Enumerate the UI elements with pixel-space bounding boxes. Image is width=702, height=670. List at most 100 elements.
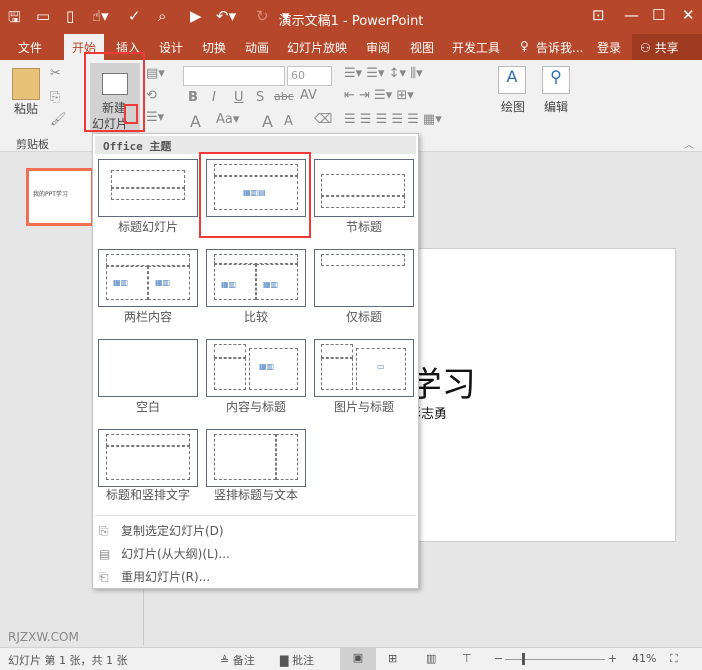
reset-icon[interactable]: ⟲ — [146, 88, 157, 103]
notes-button[interactable]: ≜ 备注 — [220, 652, 255, 668]
login-link[interactable]: 登录 — [597, 39, 621, 56]
drawing-icon[interactable]: A — [498, 66, 526, 94]
zoom-slider[interactable] — [505, 659, 605, 660]
grow-font-icon[interactable]: A — [262, 112, 273, 131]
comments-button[interactable]: ▇ 批注 — [280, 652, 314, 668]
align-icon[interactable]: ☰ ☰ ☰ ☰ ☰ ▦▾ — [344, 112, 442, 127]
shadow-icon[interactable]: S — [256, 90, 264, 105]
reading-view-icon[interactable]: ▥ — [426, 652, 436, 665]
layout-title-vertical-text[interactable] — [98, 429, 198, 487]
tab-review[interactable]: 审阅 — [366, 39, 390, 56]
tab-design[interactable]: 设计 — [159, 39, 183, 56]
menu-duplicate-slides[interactable]: ⎘ 复制选定幻灯片(D) — [99, 522, 224, 539]
tab-developer[interactable]: 开发工具 — [452, 39, 500, 56]
shrink-font-icon[interactable]: A — [284, 114, 293, 129]
notes-label: 备注 — [232, 654, 255, 667]
zoom-slider-thumb[interactable] — [522, 653, 525, 665]
outline-icon: ▤ — [99, 547, 111, 561]
layout-label: 仅标题 — [345, 310, 382, 324]
layout-label: 节标题 — [345, 220, 382, 234]
tab-transitions[interactable]: 切换 — [202, 39, 226, 56]
tab-view[interactable]: 视图 — [410, 39, 434, 56]
status-bar: 幻灯片 第 1 张，共 1 张 ≜ 备注 ▇ 批注 ▣ ⊞ ▥ ⊤ − + 41… — [0, 647, 702, 670]
layout-section-header[interactable] — [314, 159, 414, 217]
spacing-icon[interactable]: AV — [300, 88, 317, 103]
zoom-level[interactable]: 41% — [632, 652, 656, 665]
person-icon: ⚇ — [640, 41, 651, 55]
menu-reuse-slides[interactable]: ⎗ 重用幻灯片(R)... — [99, 568, 210, 585]
layout-label: 比较 — [243, 310, 268, 324]
highlight-box — [199, 152, 311, 238]
layout-picture-caption[interactable]: ▭ — [314, 339, 414, 397]
collapse-ribbon-icon[interactable]: ︿ — [684, 136, 694, 151]
drawing-button[interactable]: 绘图 — [501, 98, 525, 115]
italic-icon[interactable]: I — [212, 90, 216, 105]
tab-animations[interactable]: 动画 — [245, 39, 269, 56]
layout-label: 两栏内容 — [123, 310, 172, 324]
new-slide-dropdown-arrow[interactable] — [124, 104, 138, 124]
normal-view-icon[interactable]: ▣ — [340, 648, 376, 670]
editing-button[interactable]: 编辑 — [544, 98, 568, 115]
menu-label: 幻灯片(从大纲)(L)... — [121, 547, 230, 561]
title-bar: 🖫 ▭ ▯ ☝▾ ✓ ⌕ ▶ ↶▾ ↻ ▾ 演示文稿1 - PowerPoint… — [0, 0, 702, 34]
watermark: RJZXW.COM — [8, 630, 79, 644]
tell-me-input[interactable]: 告诉我... — [536, 39, 583, 56]
zoom-in-icon[interactable]: + — [608, 652, 617, 665]
slideshow-view-icon[interactable]: ⊤ — [462, 652, 472, 665]
copy-icon[interactable]: ⎘ — [50, 90, 60, 105]
zoom-out-icon[interactable]: − — [494, 652, 503, 665]
fit-slide-icon[interactable]: ⛶ — [670, 652, 678, 666]
paste-button[interactable]: 粘贴 — [14, 100, 38, 117]
layout-content-caption[interactable]: ▦▥ — [206, 339, 306, 397]
lightbulb-icon: ♀ — [520, 39, 529, 53]
menu-label: 复制选定幻灯片(D) — [121, 524, 224, 538]
bold-icon[interactable]: B — [188, 90, 198, 105]
layout-vertical-title-text[interactable] — [206, 429, 306, 487]
underline-icon[interactable]: U — [234, 90, 244, 105]
layout-title-slide[interactable] — [98, 159, 198, 217]
layout-label: 竖排标题与文本 — [213, 488, 298, 502]
change-case-icon[interactable]: Aa▾ — [216, 112, 239, 127]
maximize-icon[interactable]: ☐ — [652, 6, 665, 24]
layout-label: 标题和竖排文字 — [105, 488, 190, 502]
menu-divider — [95, 515, 416, 516]
cut-icon[interactable]: ✂ — [50, 66, 61, 81]
layout-label: 标题幻灯片 — [117, 220, 178, 234]
tab-file[interactable]: 文件 — [18, 39, 42, 56]
layout-blank[interactable] — [98, 339, 198, 397]
share-button[interactable]: ⚇ 共享 — [632, 34, 702, 60]
layout-icon[interactable]: ▤▾ — [146, 66, 165, 81]
paste-icon[interactable] — [12, 68, 40, 100]
share-label: 共享 — [654, 41, 679, 55]
new-slide-dropdown: Office 主题 标题幻灯片 ▦▥▤ 节标题 ▦▥ ▦▥ 两栏内容 ▦▥ ▦▥ 比… — [92, 133, 419, 589]
indent-icon[interactable]: ⇤ ⇥ ☰▾ ⊞▾ — [344, 88, 414, 103]
minimize-icon[interactable]: — — [624, 6, 639, 24]
section-icon[interactable]: ☰▾ — [146, 110, 164, 125]
layout-title-only[interactable] — [314, 249, 414, 307]
layout-comparison[interactable]: ▦▥ ▦▥ — [206, 249, 306, 307]
thumb-title: 我的PPT学习 — [33, 191, 68, 198]
slide-count: 幻灯片 第 1 张，共 1 张 — [8, 654, 128, 667]
clipboard-group-label: 剪贴板 — [16, 138, 49, 151]
format-painter-icon[interactable]: 🖌 — [50, 112, 67, 127]
search-icon[interactable]: ⚲ — [542, 66, 570, 94]
font-color-icon[interactable]: A — [190, 112, 201, 131]
slide-sorter-icon[interactable]: ⊞ — [388, 652, 397, 665]
ribbon-display-icon[interactable]: ⊡ — [592, 6, 605, 24]
menu-slides-from-outline[interactable]: ▤ 幻灯片(从大纲)(L)... — [99, 545, 230, 562]
layout-label: 内容与标题 — [225, 400, 286, 414]
clear-format-icon[interactable]: ⌫ — [314, 112, 332, 127]
font-name-input[interactable] — [183, 66, 285, 86]
bullets-icon[interactable]: ☰▾ ☰▾ ↕▾ ⫼▾ — [344, 66, 423, 81]
comments-label: 批注 — [291, 654, 314, 667]
strikethrough-icon[interactable]: abc — [274, 90, 294, 103]
tab-slideshow[interactable]: 幻灯片放映 — [287, 39, 347, 56]
slide-thumbnail[interactable]: 我的PPT学习 — [26, 168, 94, 226]
menu-label: 重用幻灯片(R)... — [121, 570, 211, 584]
layout-two-content[interactable]: ▦▥ ▦▥ — [98, 249, 198, 307]
close-icon[interactable]: ✕ — [682, 6, 695, 24]
duplicate-icon: ⎘ — [99, 524, 109, 538]
layout-label: 空白 — [135, 400, 160, 414]
font-size-input[interactable]: 60 — [287, 66, 332, 86]
reuse-icon: ⎗ — [99, 570, 109, 584]
